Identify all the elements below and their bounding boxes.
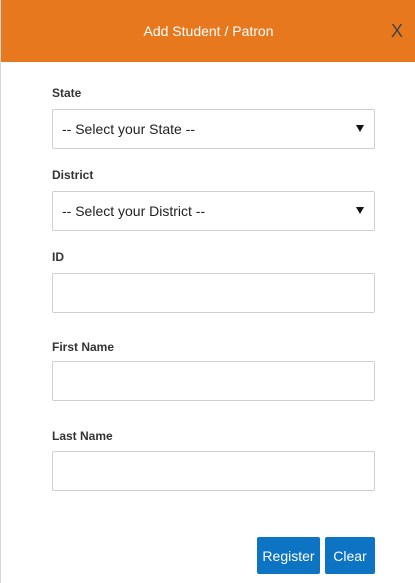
first-name-label: First Name (52, 340, 115, 354)
dialog-title: Add Student / Patron (143, 23, 274, 39)
dropdown-arrow-icon (356, 207, 364, 214)
add-student-dialog: Add Student / Patron X State -- Select y… (0, 0, 415, 583)
last-name-input[interactable] (52, 451, 375, 491)
dropdown-arrow-icon (356, 125, 364, 132)
close-button[interactable]: X (388, 22, 406, 40)
district-selected-value: -- Select your District -- (62, 203, 206, 219)
id-label: ID (52, 250, 64, 264)
state-selected-value: -- Select your State -- (62, 121, 196, 137)
district-select[interactable]: -- Select your District -- (52, 191, 375, 231)
first-name-input[interactable] (52, 361, 375, 401)
register-button[interactable]: Register (257, 537, 320, 574)
dialog-header: Add Student / Patron X (1, 0, 415, 62)
last-name-label: Last Name (52, 429, 113, 443)
state-select[interactable]: -- Select your State -- (52, 109, 375, 149)
district-label: District (52, 168, 94, 182)
clear-button[interactable]: Clear (325, 537, 375, 574)
id-input[interactable] (52, 273, 375, 313)
state-label: State (52, 86, 82, 100)
